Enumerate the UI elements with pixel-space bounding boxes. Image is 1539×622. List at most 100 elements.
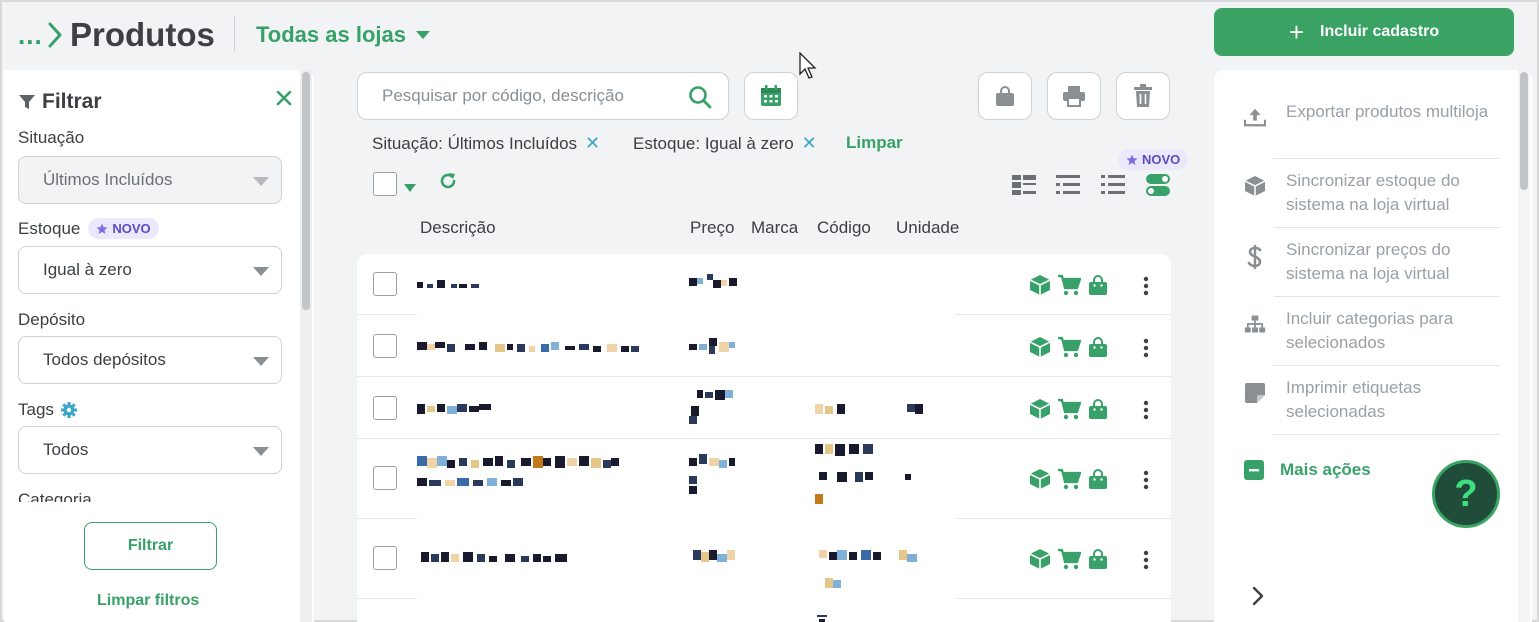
remove-chip-icon[interactable]: ✕ bbox=[802, 133, 817, 154]
cart-icon[interactable] bbox=[1057, 468, 1082, 495]
product-price-redacted bbox=[689, 548, 739, 571]
delete-button[interactable] bbox=[1116, 72, 1170, 120]
print-button[interactable] bbox=[1047, 72, 1101, 120]
add-product-label: Incluir cadastro bbox=[1320, 23, 1440, 40]
row-divider bbox=[357, 518, 417, 519]
sticky-note-icon bbox=[1244, 376, 1266, 424]
breadcrumb-ellipsis[interactable]: ... bbox=[18, 20, 43, 51]
plus-icon: + bbox=[1288, 17, 1305, 47]
row-channel-icons bbox=[1029, 274, 1109, 301]
clear-chips-link[interactable]: Limpar bbox=[846, 133, 903, 153]
row-checkbox[interactable] bbox=[373, 466, 397, 490]
box-icon bbox=[1244, 169, 1266, 217]
row-checkbox[interactable] bbox=[373, 546, 397, 570]
box-icon[interactable] bbox=[1029, 548, 1051, 575]
column-header-marca[interactable]: Marca bbox=[751, 218, 798, 238]
action-export-multiloja[interactable]: Exportar produtos multiloja bbox=[1244, 100, 1500, 128]
box-icon[interactable] bbox=[1029, 274, 1051, 301]
store-selector-label: Todas as lojas bbox=[256, 22, 406, 47]
row-divider bbox=[955, 314, 1171, 315]
row-channel-icons bbox=[1029, 336, 1109, 363]
actions-scrollbar-thumb[interactable] bbox=[1520, 72, 1528, 190]
row-checkbox[interactable] bbox=[373, 272, 397, 296]
estoque-select[interactable]: Igual à zero bbox=[18, 246, 282, 294]
shopping-bag-icon[interactable] bbox=[1087, 336, 1109, 363]
filter-scrollbar-thumb[interactable] bbox=[302, 72, 310, 310]
novo-badge: NOVO bbox=[88, 218, 159, 239]
filter-title: Filtrar bbox=[18, 90, 102, 114]
mouse-cursor-icon bbox=[799, 51, 819, 85]
apply-filter-button[interactable]: Filtrar bbox=[84, 522, 217, 570]
add-product-button[interactable]: + Incluir cadastro bbox=[1214, 8, 1514, 56]
search-input[interactable]: Pesquisar por código, descrição bbox=[357, 72, 729, 120]
action-print-labels[interactable]: Imprimir etiquetas selecionadas bbox=[1244, 376, 1500, 424]
novo-badge-label: NOVO bbox=[112, 221, 151, 236]
row-menu-icon[interactable] bbox=[1143, 400, 1149, 424]
product-code-redacted bbox=[815, 402, 925, 423]
dropdown-arrow-icon bbox=[253, 267, 269, 276]
more-actions-toggle[interactable]: Mais ações bbox=[1244, 460, 1371, 480]
column-header-codigo[interactable]: Código bbox=[817, 218, 871, 238]
store-selector[interactable]: Todas as lojas bbox=[256, 22, 430, 48]
date-filter-button[interactable] bbox=[744, 72, 798, 120]
categoria-label: Categoria bbox=[18, 490, 92, 502]
column-header-preco[interactable]: Preço bbox=[690, 218, 734, 238]
view-card-icon[interactable] bbox=[1011, 173, 1037, 202]
chevron-right-icon[interactable] bbox=[1252, 586, 1264, 611]
filter-icon bbox=[19, 95, 35, 109]
search-icon[interactable] bbox=[688, 85, 712, 114]
box-icon[interactable] bbox=[1029, 468, 1051, 495]
remove-chip-icon[interactable]: ✕ bbox=[585, 133, 600, 154]
row-checkbox[interactable] bbox=[373, 334, 397, 358]
action-label: Incluir categorias para selecionados bbox=[1286, 309, 1454, 352]
product-description-redacted bbox=[417, 402, 493, 423]
select-all-checkbox[interactable] bbox=[373, 172, 397, 196]
cart-icon[interactable] bbox=[1057, 336, 1082, 363]
dropdown-arrow-icon bbox=[253, 357, 269, 366]
search-placeholder: Pesquisar por código, descrição bbox=[382, 86, 624, 105]
row-menu-icon[interactable] bbox=[1143, 550, 1149, 574]
action-label: Sincronizar estoque do sistema na loja v… bbox=[1286, 171, 1460, 214]
action-sync-stock[interactable]: Sincronizar estoque do sistema na loja v… bbox=[1244, 169, 1500, 217]
bag-button[interactable] bbox=[978, 72, 1032, 120]
action-add-categories[interactable]: Incluir categorias para selecionados bbox=[1244, 307, 1500, 355]
column-header-descricao[interactable]: Descrição bbox=[420, 218, 496, 238]
cart-icon[interactable] bbox=[1057, 274, 1082, 301]
cart-icon[interactable] bbox=[1057, 398, 1082, 425]
deposito-label: Depósito bbox=[18, 310, 86, 329]
cart-icon[interactable] bbox=[1057, 548, 1082, 575]
clear-filters-link[interactable]: Limpar filtros bbox=[97, 592, 199, 610]
shopping-bag-icon[interactable] bbox=[1087, 398, 1109, 425]
action-label: Imprimir etiquetas selecionadas bbox=[1286, 378, 1422, 421]
deposito-value: Todos depósitos bbox=[43, 350, 166, 369]
box-icon[interactable] bbox=[1029, 398, 1051, 425]
shopping-bag-icon[interactable] bbox=[1087, 274, 1109, 301]
column-header-unidade[interactable]: Unidade bbox=[896, 218, 959, 238]
row-menu-icon[interactable] bbox=[1143, 276, 1149, 300]
situacao-value: Últimos Incluídos bbox=[43, 170, 173, 189]
view-list-icon[interactable] bbox=[1100, 173, 1126, 202]
close-icon[interactable] bbox=[276, 86, 292, 112]
row-divider bbox=[357, 376, 1171, 377]
action-sync-prices[interactable]: Sincronizar preços do sistema na loja vi… bbox=[1244, 238, 1500, 286]
deposito-select[interactable]: Todos depósitos bbox=[18, 336, 282, 384]
box-icon[interactable] bbox=[1029, 336, 1051, 363]
situacao-select[interactable]: Últimos Incluídos bbox=[18, 156, 282, 204]
filter-panel: Filtrar Situação Últimos Incluídos Estoq… bbox=[4, 70, 314, 622]
filter-title-label: Filtrar bbox=[42, 90, 102, 113]
gear-icon[interactable] bbox=[60, 401, 78, 419]
select-menu-caret-icon[interactable] bbox=[403, 180, 417, 198]
row-divider bbox=[955, 518, 1171, 519]
row-menu-icon[interactable] bbox=[1143, 338, 1149, 362]
dropdown-arrow-icon bbox=[253, 447, 269, 456]
shopping-bag-icon[interactable] bbox=[1087, 548, 1109, 575]
tags-value: Todos bbox=[43, 440, 89, 459]
view-toggle-icon[interactable] bbox=[1145, 172, 1171, 203]
tags-select[interactable]: Todos bbox=[18, 426, 282, 474]
row-menu-icon[interactable] bbox=[1143, 470, 1149, 494]
help-button[interactable]: ? bbox=[1432, 460, 1500, 528]
view-list-detail-icon[interactable] bbox=[1055, 173, 1081, 202]
row-checkbox[interactable] bbox=[373, 396, 397, 420]
shopping-bag-icon[interactable] bbox=[1087, 468, 1109, 495]
refresh-icon[interactable] bbox=[438, 171, 458, 196]
